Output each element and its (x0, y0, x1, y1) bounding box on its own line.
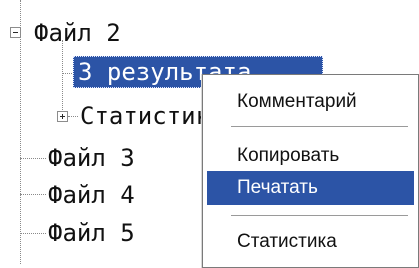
context-menu[interactable]: Комментарий Копировать Печатать Статисти… (202, 74, 419, 268)
tree-connector (20, 194, 46, 195)
tree-node-file-4[interactable]: Файл 4 (48, 180, 135, 210)
tree-node-file-5[interactable]: Файл 5 (48, 218, 135, 248)
tree-node-file-3[interactable]: Файл 3 (48, 143, 135, 173)
tree-connector (20, 158, 46, 159)
tree-connector (62, 40, 63, 116)
tree-connector (68, 116, 78, 117)
tree-connector (20, 233, 46, 234)
menu-item-comment[interactable]: Комментарий (207, 85, 414, 119)
menu-item-copy[interactable]: Копировать (207, 139, 414, 173)
expand-icon[interactable] (57, 111, 68, 122)
tree-connector (20, 0, 21, 264)
menu-item-print[interactable]: Печатать (207, 171, 414, 205)
tree-node-file-2[interactable]: Файл 2 (34, 18, 121, 48)
menu-item-statistics[interactable]: Статистика (207, 225, 414, 259)
collapse-icon[interactable] (10, 27, 21, 38)
menu-separator (231, 126, 408, 127)
menu-separator (231, 215, 408, 216)
